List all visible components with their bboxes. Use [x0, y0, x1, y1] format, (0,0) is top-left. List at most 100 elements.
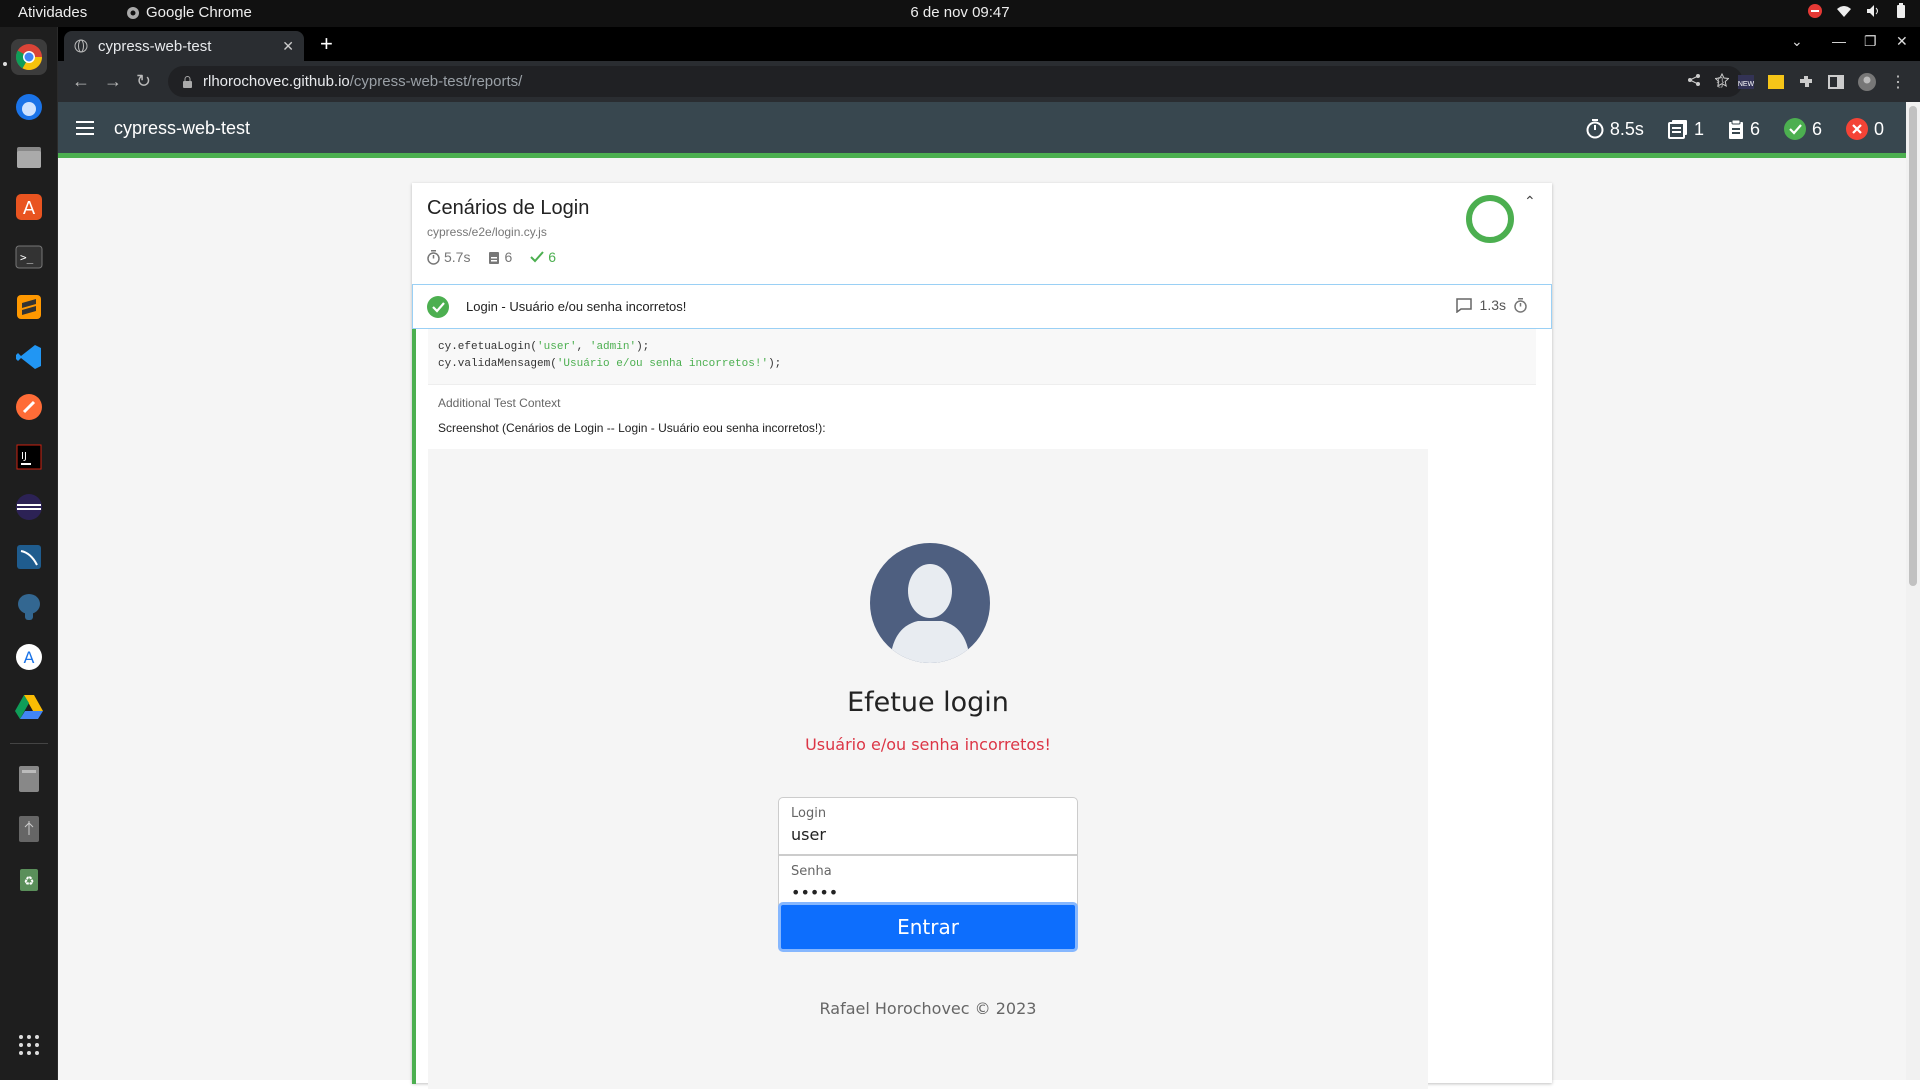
system-top-bar: Atividades Google Chrome 6 de nov 09:47: [0, 0, 1920, 27]
reload-icon[interactable]: ↻: [136, 71, 151, 92]
stat-suites[interactable]: 1: [1667, 118, 1704, 140]
svg-text:>_: >_: [20, 251, 34, 264]
do-not-disturb-icon: [1808, 4, 1822, 18]
vscode-dock-icon[interactable]: [11, 339, 47, 375]
report-stats: 8.5s 1 6 6 0: [1586, 118, 1884, 140]
extension-tag-icon[interactable]: [1768, 75, 1784, 89]
trash-dock-icon[interactable]: ♻: [11, 861, 47, 897]
chrome-dock-icon[interactable]: [11, 39, 47, 75]
browser-tab[interactable]: cypress-web-test ✕: [64, 31, 304, 61]
sublime-dock-icon[interactable]: [11, 289, 47, 325]
chrome-menu-icon[interactable]: ⋮: [1890, 72, 1906, 92]
extension-new-icon[interactable]: NEW: [1738, 75, 1754, 89]
url-path: /cypress-web-test/reports/: [349, 73, 523, 90]
submit-button[interactable]: Entrar: [778, 902, 1078, 952]
eclipse-dock-icon[interactable]: [11, 489, 47, 525]
clock[interactable]: 6 de nov 09:47: [0, 4, 1920, 21]
stat-failed[interactable]: 0: [1845, 118, 1884, 140]
extensions-puzzle-icon[interactable]: [1798, 74, 1814, 90]
scrollbar-thumb[interactable]: [1909, 106, 1917, 586]
back-icon[interactable]: ←: [72, 71, 90, 92]
thunderbird-dock-icon[interactable]: [11, 89, 47, 125]
extension-json-icon[interactable]: {}: [1717, 76, 1724, 88]
suite-card: Cenários de Login cypress/e2e/login.cy.j…: [412, 183, 1552, 1089]
system-tray[interactable]: [1808, 3, 1906, 19]
suite-passed: 6: [548, 249, 557, 265]
stat-suites-value: 1: [1693, 118, 1704, 139]
close-tab-icon[interactable]: ✕: [282, 38, 294, 55]
stat-tests[interactable]: 6: [1728, 119, 1760, 140]
stat-passed[interactable]: 6: [1783, 118, 1822, 140]
suites-icon: [1667, 120, 1687, 139]
volume-icon: [1867, 5, 1878, 17]
stopwatch-icon: [427, 249, 440, 265]
test-screenshot[interactable]: Efetue login Usuário e/ou senha incorret…: [428, 449, 1428, 1089]
svg-text:A: A: [24, 648, 35, 667]
login-field-label: Login: [791, 806, 827, 821]
usb-drive-dock-icon[interactable]: [11, 811, 47, 847]
test-duration: 1.3s: [1479, 297, 1506, 313]
login-field[interactable]: Login user: [778, 797, 1078, 855]
battery-icon: [1897, 3, 1905, 18]
postman-dock-icon[interactable]: [11, 389, 47, 425]
globe-icon: [74, 39, 88, 53]
tab-title: cypress-web-test: [98, 37, 212, 55]
google-drive-dock-icon[interactable]: [11, 689, 47, 725]
tab-strip: cypress-web-test ✕ + ⌄ — ❐ ✕: [58, 27, 1920, 61]
stopwatch-icon: [1514, 297, 1527, 313]
passed-check-icon: [1783, 118, 1806, 140]
svg-text:A: A: [23, 198, 36, 219]
clipboard-icon: [489, 252, 500, 264]
running-indicator: [3, 62, 7, 66]
suite-pass-chart: [1466, 195, 1514, 243]
test-title: Login - Usuário e/ou senha incorretos!: [466, 299, 687, 314]
stopwatch-icon: [1586, 119, 1604, 139]
password-field-label: Senha: [791, 864, 832, 879]
test-item: Login - Usuário e/ou senha incorretos! 1…: [412, 284, 1552, 1089]
stat-duration-value: 8.5s: [1609, 118, 1644, 139]
disks-dock-icon[interactable]: [11, 761, 47, 797]
suite-tests: 6: [504, 249, 513, 265]
code-line-2: cy.validaMensagem('Usuário e/ou senha in…: [438, 358, 782, 370]
address-bar[interactable]: rlhorochovec.github.io/cypress-web-test/…: [168, 66, 1743, 97]
hamburger-menu-icon[interactable]: [76, 118, 96, 138]
app-center-dock-icon[interactable]: A: [11, 189, 47, 225]
collapse-suite-icon[interactable]: ⌃: [1524, 193, 1536, 210]
terminal-dock-icon[interactable]: >_: [11, 239, 47, 275]
suite-meta: 5.7s 6 6: [427, 249, 556, 265]
minimize-window-icon[interactable]: —: [1832, 33, 1846, 49]
context-comment-icon[interactable]: [1455, 297, 1472, 313]
pgadmin-dock-icon[interactable]: [11, 589, 47, 625]
stat-duration[interactable]: 8.5s: [1586, 119, 1644, 140]
files-dock-icon[interactable]: [11, 139, 47, 175]
forward-icon[interactable]: →: [104, 71, 122, 92]
close-window-icon[interactable]: ✕: [1896, 33, 1908, 50]
page-scrollbar[interactable]: [1906, 102, 1920, 1080]
test-code: cy.efetuaLogin('user', 'admin'); cy.vali…: [428, 329, 1536, 385]
side-panel-icon[interactable]: [1828, 74, 1844, 90]
maximize-window-icon[interactable]: ❐: [1864, 33, 1877, 50]
suite-file: cypress/e2e/login.cy.js: [427, 225, 547, 239]
share-icon[interactable]: [1687, 73, 1701, 87]
show-apps-icon[interactable]: [11, 1027, 47, 1063]
svg-text:IJ: IJ: [21, 451, 27, 462]
new-tab-button[interactable]: +: [320, 33, 333, 55]
browser-toolbar: ← → ↻ rlhorochovec.github.io/cypress-web…: [58, 61, 1920, 102]
mysql-workbench-dock-icon[interactable]: [11, 539, 47, 575]
lock-icon: [183, 75, 192, 88]
tab-search-icon[interactable]: ⌄: [1791, 33, 1803, 50]
test-header[interactable]: Login - Usuário e/ou senha incorretos! 1…: [412, 284, 1552, 329]
failed-x-icon: [1845, 118, 1868, 140]
suite-duration: 5.7s: [444, 249, 471, 265]
user-avatar-icon: [870, 543, 990, 663]
login-error-message: Usuário e/ou senha incorretos!: [805, 735, 1051, 754]
report-main: Cenários de Login cypress/e2e/login.cy.j…: [58, 158, 1906, 1089]
profile-avatar-icon[interactable]: [1858, 73, 1876, 91]
login-heading: Efetue login: [847, 687, 1009, 718]
azure-data-studio-dock-icon[interactable]: A: [11, 639, 47, 675]
intellij-dock-icon[interactable]: IJ: [11, 439, 47, 475]
dock-separator: [10, 743, 48, 744]
code-line-1: cy.efetuaLogin('user', 'admin');: [438, 341, 650, 353]
stat-tests-value: 6: [1749, 118, 1760, 139]
check-icon: [530, 251, 545, 263]
